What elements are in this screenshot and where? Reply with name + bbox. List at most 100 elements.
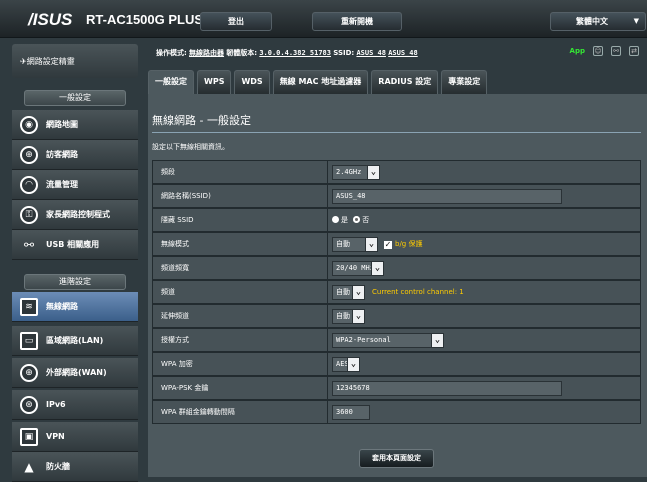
reboot-button[interactable]: 重新開機 [312, 12, 402, 31]
sidebar-item-guest-network[interactable]: ⊕ 訪客網路 [12, 140, 138, 170]
auth-method-label: 授權方式 [153, 329, 328, 351]
wpa-encryption-label: WPA 加密 [153, 353, 328, 375]
chevron-down-icon: ⌄ [367, 165, 380, 180]
band-row: 頻段 2.4GHz ⌄ [152, 160, 641, 184]
sidebar-item-lan[interactable]: ▭ 區域網路(LAN) [12, 326, 138, 356]
hide-ssid-no-radio[interactable] [353, 216, 361, 223]
wireless-mode-select[interactable]: 自動 ⌄ [332, 237, 378, 252]
bg-protection-checkbox[interactable]: ✓ [384, 241, 392, 249]
firmware-label: 韌體版本: [226, 49, 258, 57]
sidebar-item-setup-wizard[interactable]: ✈ 網路設定精靈 [12, 44, 138, 78]
sidebar-item-label: 流量管理 [46, 180, 78, 189]
tab-radius[interactable]: RADIUS 設定 [371, 70, 439, 94]
wpa-encryption-select[interactable]: AES ⌄ [332, 357, 360, 372]
shield-lock-icon: ⚿ [20, 205, 38, 224]
channel-label: 頻道 [153, 281, 328, 303]
chevron-down-icon: ⌄ [431, 333, 444, 348]
auth-method-value: WPA2-Personal [336, 336, 391, 344]
sidebar-item-label: 防火牆 [46, 462, 70, 471]
sidebar-item-vpn[interactable]: ▣ VPN [12, 422, 138, 452]
current-channel-note: Current control channel: 1 [372, 288, 464, 296]
sidebar-item-ipv6[interactable]: ⊛ IPv6 [12, 390, 138, 420]
title-divider [152, 132, 641, 133]
group-key-rotation-label: WPA 群組金鑰轉動間隔 [153, 401, 328, 423]
wpa-psk-input[interactable]: 12345678 [332, 381, 562, 396]
wizard-icon: ✈ [20, 56, 27, 66]
chevron-down-icon: ⌄ [371, 261, 384, 276]
sidebar-item-traffic-manager[interactable]: ◠ 流量管理 [12, 170, 138, 200]
ssid-link-1[interactable]: ASUS_48 [356, 49, 386, 57]
sidebar-item-network-map[interactable]: ◉ 網路地圖 [12, 110, 138, 140]
advanced-section-header: 進階設定 [24, 274, 126, 290]
apply-button[interactable]: 套用本頁面設定 [359, 449, 434, 468]
top-bar: /ISUS RT-AC1500G PLUS 登出 重新開機 繁體中文 ▼ [0, 0, 647, 38]
tab-professional[interactable]: 專業設定 [441, 70, 488, 94]
asus-logo[interactable]: /ISUS [28, 10, 72, 30]
monitor-icon: ▭ [20, 331, 38, 350]
operation-mode-link[interactable]: 無線路由器 [189, 49, 224, 57]
usb-status-icon[interactable]: ⚯ [611, 46, 621, 56]
app-link[interactable]: App [570, 47, 585, 55]
bandwidth-select[interactable]: 20/40 MHz ⌄ [332, 261, 384, 276]
band-select[interactable]: 2.4GHz ⌄ [332, 165, 380, 180]
network-status-icon[interactable]: ⇄ [629, 46, 639, 56]
extension-channel-label: 延伸頻道 [153, 305, 328, 327]
bandwidth-row: 頻道頻寬 20/40 MHz ⌄ [152, 256, 641, 280]
sidebar-item-label: 家長網路控制程式 [46, 210, 110, 219]
chevron-down-icon: ⌄ [352, 309, 365, 324]
firmware-link[interactable]: 3.0.0.4.382_51783 [259, 49, 331, 57]
main-content: 操作模式: 無線路由器 韌體版本: 3.0.0.4.382_51783 SSID… [148, 44, 647, 477]
chevron-down-icon: ⌄ [365, 237, 378, 252]
auth-method-row: 授權方式 WPA2-Personal ⌄ [152, 328, 641, 352]
sidebar-item-label: 網路地圖 [46, 120, 78, 129]
model-name: RT-AC1500G PLUS [86, 12, 204, 27]
bg-protection-option[interactable]: ✓ b/g 保護 [384, 237, 422, 252]
language-select[interactable]: 繁體中文 ▼ [550, 12, 646, 31]
sidebar-item-label: 網路設定精靈 [26, 56, 75, 66]
group-key-rotation-input[interactable]: 3600 [332, 405, 370, 420]
settings-panel: 無線網路 - 一般設定 設定以下無線相關資訊。 頻段 2.4GHz ⌄ 網路名稱… [148, 94, 647, 477]
hide-ssid-yes-radio[interactable] [332, 216, 339, 223]
sidebar-item-wan[interactable]: ⊕ 外部網路(WAN) [12, 358, 138, 388]
sidebar: ✈ 網路設定精靈 一般設定 ◉ 網路地圖 ⊕ 訪客網路 ◠ 流量管理 ⚿ 家長網… [12, 44, 138, 482]
tab-wds[interactable]: WDS [234, 70, 270, 94]
ssid-link-2[interactable]: ASUS_48 [388, 49, 418, 57]
sidebar-item-wireless[interactable]: ≋ 無線網路 [12, 292, 138, 322]
sidebar-item-label: 訪客網路 [46, 150, 78, 159]
page-description: 設定以下無線相關資訊。 [152, 143, 229, 151]
tab-general[interactable]: 一般設定 [148, 70, 194, 94]
auth-method-select[interactable]: WPA2-Personal ⌄ [332, 333, 444, 348]
chevron-down-icon: ⌄ [347, 357, 360, 372]
bandwidth-value: 20/40 MHz [336, 264, 374, 272]
ssid-field-label: 網路名稱(SSID) [153, 185, 328, 207]
sidebar-item-label: 區域網路(LAN) [46, 336, 104, 345]
bandwidth-label: 頻道頻寬 [153, 257, 328, 279]
sidebar-item-firewall[interactable]: ▲ 防火牆 [12, 452, 138, 482]
wifi-icon: ≋ [20, 297, 38, 316]
hide-ssid-yes-label: 是 [341, 216, 348, 224]
group-key-rotation-row: WPA 群組金鑰轉動間隔 3600 [152, 400, 641, 424]
sidebar-item-usb-application[interactable]: ⚯ USB 相關應用 [12, 230, 138, 260]
tab-wps[interactable]: WPS [197, 70, 232, 94]
hide-ssid-radio-group: 是 否 [332, 213, 369, 228]
wpa-psk-row: WPA-PSK 金鑰 12345678 [152, 376, 641, 400]
wireless-mode-row: 無線模式 自動 ⌄ ✓ b/g 保護 [152, 232, 641, 256]
operation-mode-label: 操作模式: [156, 49, 187, 57]
chevron-down-icon: ⌄ [352, 285, 365, 300]
channel-select[interactable]: 自動 ⌄ [332, 285, 365, 300]
wpa-encryption-row: WPA 加密 AES ⌄ [152, 352, 641, 376]
tab-mac-filter[interactable]: 無線 MAC 地址過濾器 [272, 70, 369, 94]
sidebar-item-label: USB 相關應用 [46, 240, 100, 249]
extension-channel-select[interactable]: 自動 ⌄ [332, 309, 365, 324]
bg-protection-label: b/g 保護 [395, 240, 423, 248]
ssid-input[interactable]: ASUS_48 [332, 189, 562, 204]
ssid-label: SSID: [333, 49, 355, 57]
hide-ssid-label: 隱藏 SSID [153, 209, 328, 231]
hide-ssid-row: 隱藏 SSID 是 否 [152, 208, 641, 232]
users-icon[interactable]: ☺ [593, 46, 603, 56]
sidebar-item-parental-controls[interactable]: ⚿ 家長網路控制程式 [12, 200, 138, 230]
general-section-header: 一般設定 [24, 90, 126, 106]
ssid-row: 網路名稱(SSID) ASUS_48 [152, 184, 641, 208]
status-icons: App ☺ ⚯ ⇄ [570, 46, 639, 56]
logout-button[interactable]: 登出 [200, 12, 272, 31]
